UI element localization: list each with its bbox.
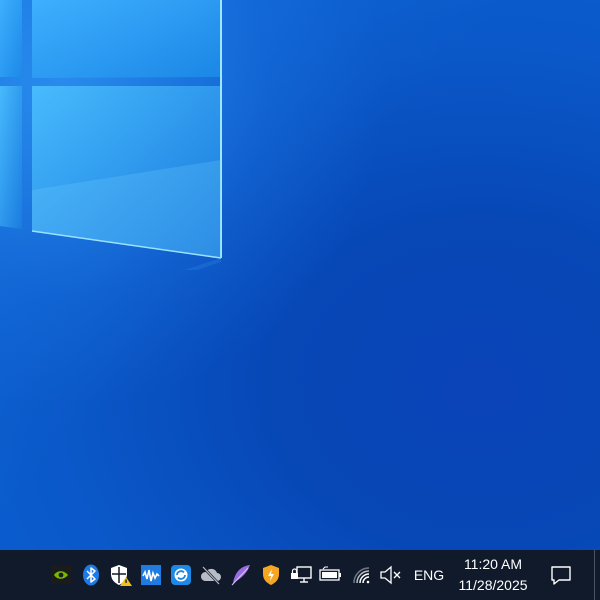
- windows-logo-wallpaper: [0, 0, 222, 270]
- network-lock-icon[interactable]: [289, 563, 313, 587]
- wifi-icon[interactable]: [350, 563, 374, 587]
- cloud-offline-icon[interactable]: [199, 563, 223, 587]
- notification-center-icon[interactable]: [546, 563, 576, 587]
- nvidia-icon[interactable]: [49, 563, 73, 587]
- bluetooth-icon[interactable]: [79, 563, 103, 587]
- input-language-indicator[interactable]: ENG: [412, 566, 446, 584]
- desktop-background[interactable]: [0, 0, 600, 550]
- clock-time: 11:20 AM: [463, 556, 523, 572]
- taskbar: ENG 11:20 AM 11/28/2025: [0, 550, 600, 600]
- battery-icon[interactable]: [319, 563, 343, 587]
- sync-icon[interactable]: [169, 563, 193, 587]
- clock-date: 11/28/2025: [458, 577, 528, 593]
- audio-app-icon[interactable]: [139, 563, 163, 587]
- clock[interactable]: 11:20 AM 11/28/2025: [450, 554, 536, 596]
- security-warning-icon[interactable]: [109, 563, 133, 587]
- feather-icon[interactable]: [229, 563, 253, 587]
- volume-muted-icon[interactable]: [379, 563, 403, 587]
- shield-icon[interactable]: [259, 563, 283, 587]
- show-desktop-button[interactable]: [594, 550, 600, 600]
